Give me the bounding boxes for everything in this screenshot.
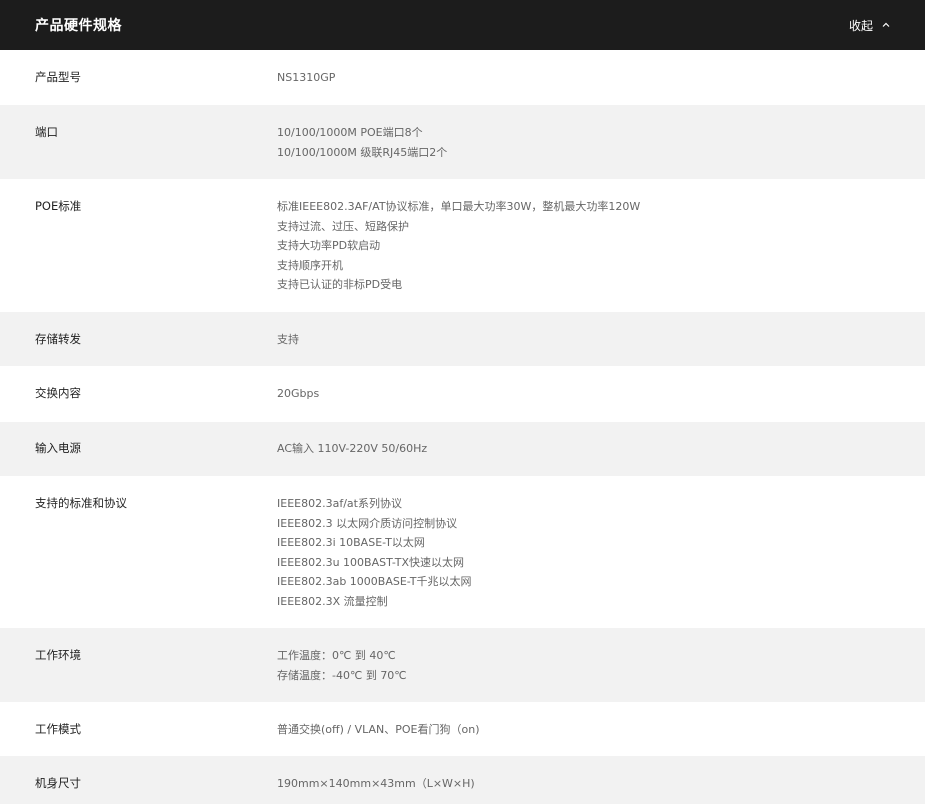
spec-label: 工作模式 (35, 722, 81, 736)
spec-row: 存储转发 支持 (0, 312, 925, 366)
spec-label: POE标准 (35, 199, 82, 213)
spec-values: 工作温度：0℃ 到 40℃ 存储温度：-40℃ 到 70℃ (277, 646, 925, 702)
spec-label: 产品型号 (35, 70, 81, 84)
spec-value-line: IEEE802.3af/at系列协议 (277, 497, 402, 510)
spec-values: 普通交换(off) / VLAN、POE看门狗（on) (277, 720, 925, 756)
spec-row: 工作环境 工作温度：0℃ 到 40℃ 存储温度：-40℃ 到 70℃ (0, 628, 925, 702)
spec-panel: 产品硬件规格 收起 产品型号 NS1310GP 端口 10/100/1000M POE… (0, 0, 925, 804)
spec-label: 工作环境 (35, 648, 81, 662)
spec-values: NS1310GP (277, 68, 925, 105)
spec-value-line: 支持顺序开机 (277, 258, 343, 272)
spec-values: 支持 (277, 330, 925, 366)
spec-values: 标准IEEE802.3AF/AT协议标准，单口最大功率30W，整机最大功率120… (277, 197, 925, 312)
spec-values: 10/100/1000M POE端口8个 10/100/1000M 级联RJ45端… (277, 123, 925, 179)
spec-value-line: 20Gbps (277, 387, 320, 400)
spec-value-line: 支持大功率PD软启动 (277, 239, 381, 253)
spec-row: 机身尺寸 190mm×140mm×43mm（L×W×H) (0, 756, 925, 804)
spec-value-line: 支持过流、过压、短路保护 (277, 219, 409, 233)
spec-values: 190mm×140mm×43mm（L×W×H) (277, 774, 925, 804)
spec-value-line: IEEE802.3 以太网介质访问控制协议 (277, 516, 458, 530)
collapse-button[interactable]: 收起 (849, 17, 891, 34)
spec-label: 机身尺寸 (35, 776, 81, 790)
spec-row: 交换内容 20Gbps (0, 366, 925, 422)
spec-label: 支持的标准和协议 (35, 496, 127, 510)
spec-row: POE标准 标准IEEE802.3AF/AT协议标准，单口最大功率30W，整机最大… (0, 179, 925, 312)
collapse-label: 收起 (848, 18, 873, 33)
spec-values: 20Gbps (277, 384, 925, 422)
spec-value-line: 支持 (277, 333, 299, 346)
spec-label: 存储转发 (35, 332, 81, 346)
spec-value-line: NS1310GP (277, 71, 336, 84)
spec-row: 端口 10/100/1000M POE端口8个 10/100/1000M 级联RJ4… (0, 105, 925, 179)
spec-value-line: 普通交换(off) / VLAN、POE看门狗（on) (277, 723, 480, 736)
spec-value-line: AC输入 110V-220V 50/60Hz (277, 442, 428, 455)
spec-value-line: 10/100/1000M POE端口8个 (277, 126, 423, 139)
spec-value-line: 10/100/1000M 级联RJ45端口2个 (277, 145, 448, 159)
spec-value-line: 工作温度：0℃ 到 40℃ (277, 649, 396, 662)
spec-label: 输入电源 (35, 441, 81, 455)
panel-header: 产品硬件规格 收起 (0, 0, 925, 50)
spec-value-line: 190mm×140mm×43mm（L×W×H) (277, 777, 475, 790)
spec-row: 支持的标准和协议 IEEE802.3af/at系列协议 IEEE802.3 以太网介… (0, 476, 925, 628)
spec-label: 交换内容 (35, 386, 81, 400)
chevron-up-icon (882, 22, 890, 27)
spec-value-line: IEEE802.3X 流量控制 (277, 594, 388, 608)
spec-value-line: IEEE802.3u 100BAST-TX快速以太网 (277, 555, 465, 569)
spec-value-line: 存储温度：-40℃ 到 70℃ (277, 668, 407, 682)
spec-value-line: 标准IEEE802.3AF/AT协议标准，单口最大功率30W，整机最大功率120… (277, 200, 641, 213)
spec-values: IEEE802.3af/at系列协议 IEEE802.3 以太网介质访问控制协议 I… (277, 494, 925, 628)
panel-title: 产品硬件规格 (35, 18, 122, 34)
spec-row: 工作模式 普通交换(off) / VLAN、POE看门狗（on) (0, 702, 925, 756)
spec-value-line: IEEE802.3i 10BASE-T以太网 (277, 536, 425, 550)
spec-value-line: IEEE802.3ab 1000BASE-T千兆以太网 (277, 575, 472, 589)
spec-row: 产品型号 NS1310GP (0, 50, 925, 105)
spec-table: 产品型号 NS1310GP 端口 10/100/1000M POE端口8个 10/100… (0, 50, 925, 804)
spec-label: 端口 (35, 125, 58, 139)
spec-row: 输入电源 AC输入 110V-220V 50/60Hz (0, 422, 925, 476)
spec-values: AC输入 110V-220V 50/60Hz (277, 439, 925, 476)
spec-value-line: 支持已认证的非标PD受电 (277, 278, 403, 292)
